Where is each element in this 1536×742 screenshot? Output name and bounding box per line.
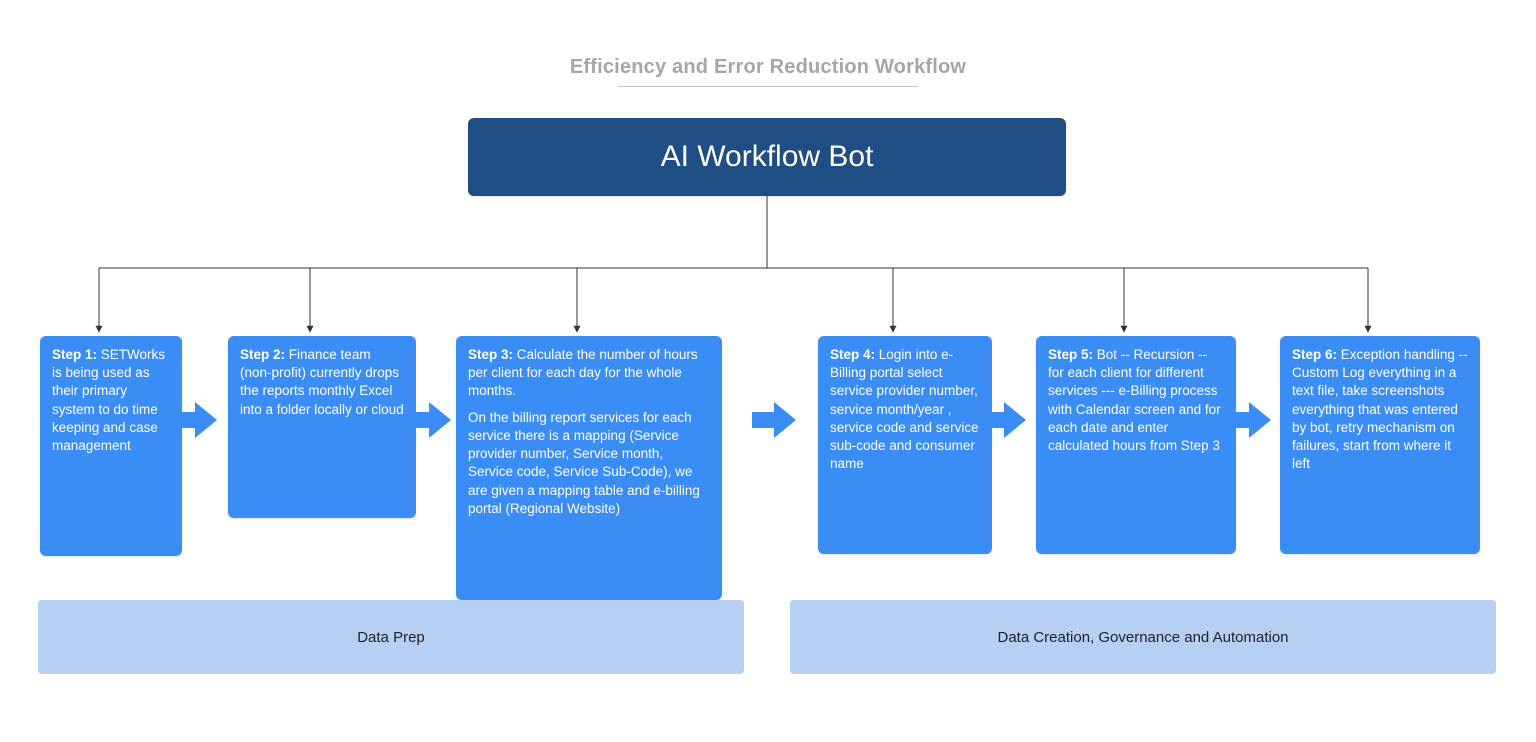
group-data-creation: Data Creation, Governance and Automation	[790, 600, 1496, 674]
group-label: Data Creation, Governance and Automation	[997, 629, 1288, 646]
step-label: Step 4:	[830, 347, 875, 362]
step-label: Step 3:	[468, 347, 513, 362]
title-underline	[618, 86, 918, 87]
step-body: Bot -- Recursion -- for each client for …	[1048, 347, 1221, 453]
diagram-canvas: Efficiency and Error Reduction Workflow …	[0, 0, 1536, 742]
arrow-right-icon	[750, 396, 798, 444]
step-5-box: Step 5: Bot -- Recursion -- for each cli…	[1036, 336, 1236, 554]
group-label: Data Prep	[357, 629, 425, 646]
root-node-label: AI Workflow Bot	[661, 140, 874, 174]
step-label: Step 2:	[240, 347, 285, 362]
step-label: Step 1:	[52, 347, 97, 362]
step-body-2: On the billing report services for each …	[468, 410, 700, 516]
step-6-box: Step 6: Exception handling -- Custom Log…	[1280, 336, 1480, 554]
step-body: SETWorks is being used as their primary …	[52, 347, 165, 453]
step-2-box: Step 2: Finance team (non-profit) curren…	[228, 336, 416, 518]
step-1-box: Step 1: SETWorks is being used as their …	[40, 336, 182, 556]
diagram-title: Efficiency and Error Reduction Workflow	[0, 56, 1536, 79]
step-body: Exception handling -- Custom Log everyth…	[1292, 347, 1468, 471]
step-label: Step 5:	[1048, 347, 1093, 362]
flow-arrow-3	[750, 396, 798, 444]
step-4-box: Step 4: Login into e-Billing portal sele…	[818, 336, 992, 554]
step-3-box: Step 3: Calculate the number of hours pe…	[456, 336, 722, 600]
step-body: Login into e-Billing portal select servi…	[830, 347, 979, 471]
root-node-ai-workflow-bot: AI Workflow Bot	[468, 118, 1066, 196]
group-data-prep: Data Prep	[38, 600, 744, 674]
step-label: Step 6:	[1292, 347, 1337, 362]
